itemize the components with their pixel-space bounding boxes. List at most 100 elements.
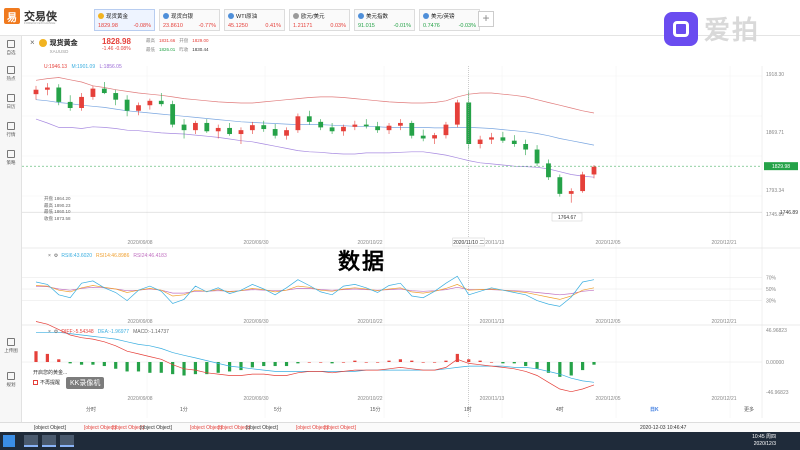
quote-value: 1830.44 [192,47,209,52]
macd-bar [319,362,323,363]
quote-label: 昨收 [179,47,189,52]
candle-body [443,124,449,136]
candle-body [90,88,96,97]
settings-gear-icon[interactable]: ⚙ [54,253,58,259]
macd-bar [79,362,84,365]
sidebar-item[interactable]: 行情 [0,122,22,138]
rsi-legend-value: RSI6:43.6020 [61,253,92,259]
candle-body [67,101,73,108]
taskbar-app-icon[interactable] [24,435,38,447]
overlay-watermark-text: 数据 [338,249,387,274]
candle-body [568,191,574,194]
sidebar-item[interactable]: 上传图 [0,338,22,354]
candle-body [33,89,39,95]
candle-body [158,100,164,105]
taskbar-app-icon[interactable] [60,435,74,447]
candle-body [204,122,210,132]
macd-bar [581,362,585,371]
period-tab[interactable]: 日K [650,406,659,413]
sidebar-item-label: 策略 [6,160,16,165]
period-tab[interactable]: 1分 [180,406,188,413]
sidebar-item-label: 自选 [6,50,16,55]
period-tab[interactable]: 分时 [86,406,96,413]
close-chart-icon[interactable]: × [30,38,35,48]
candle-body [249,125,255,131]
macd-bar [307,362,311,363]
symbol-name[interactable]: 现货黄金 [50,38,78,48]
candle-body [101,88,107,94]
macd-bar [376,362,380,363]
candle-body [170,104,176,125]
sidebar-item[interactable]: 热点 [0,66,22,82]
ticker-tab[interactable]: 现货黄金 1829.98 -0.08% [94,9,155,31]
candle-body [318,121,324,128]
ticker-dot-icon [228,13,234,19]
macd-bar [125,362,129,372]
macd-level-label: 46.96823 [766,328,787,334]
tip-popup: 开启您的黄金... 不再提醒 [33,369,67,389]
date-axis-label: 2020/09/30 [243,240,268,246]
close-indicator-icon[interactable]: × [48,253,51,259]
macd-bar [353,360,357,362]
ticker-tab[interactable]: 现货白银 23.8610 -0.77% [159,9,220,31]
ticker-tab[interactable]: 欧元/美元 1.21171 0.03% [289,9,350,31]
candle-body [306,116,312,122]
macd-bar [91,362,95,365]
ticker-value-row: 23.8610 -0.77% [163,23,216,29]
sidebar-item[interactable]: 自选 [0,40,22,56]
settings-gear-icon[interactable]: ⚙ [54,329,58,335]
macd-bar [159,362,163,373]
ticker-name: 现货黄金 [106,14,129,20]
period-tab[interactable]: 5分 [274,406,282,413]
period-tab[interactable]: 更多 [744,406,754,413]
ticker-name-row: 美元指数 [358,12,411,20]
macd-bar [341,362,346,363]
chart-area[interactable]: 1829.98 1746.89 1764.67 1918.30 1869.71 1793.… [22,36,800,422]
left-sidebar: 自选热点日历行情策略上传图规划 [0,36,22,422]
ticker-tab[interactable]: WTI原油 45.1250 0.41% [224,9,285,31]
sidebar-item[interactable]: 策略 [0,150,22,166]
macd-legend-value: DIFF:-5.54348 [61,329,94,335]
add-tab-button[interactable]: + [478,11,494,27]
ticker-value-row: 45.1250 0.41% [228,23,281,29]
candle-body [261,125,267,130]
taskbar-app-icon[interactable] [42,435,56,447]
chart-canvas[interactable]: 1829.981746.891764.671918.301869.711793.… [22,36,800,422]
macd-bar [444,360,448,362]
quote-label: 最高 [146,38,155,43]
macd-bar [148,362,152,373]
ticker-value-row: 1.21171 0.03% [293,23,346,29]
ticker-value: 0.7476 [423,23,440,29]
candle-body [500,137,506,141]
candle-body [363,124,369,127]
period-tab[interactable]: 1时 [464,406,472,413]
boll-upper-label: U:1946.13 [44,64,68,70]
date-axis-label: 2020/12/05 [595,240,620,246]
macd-legend: × ⚙ DIFF:-5.54348 DEA:-1.96977 MACD:-1.14737 [48,329,173,335]
ticker-tab[interactable]: 美元/英镑 0.7476 -0.03% [419,9,480,31]
tip-checkbox-row[interactable]: 不再提醒 [33,379,67,386]
period-tab[interactable]: 4时 [556,406,564,413]
symbol-price: 1828.98 [102,37,131,46]
sidebar-item[interactable]: 日历 [0,94,22,110]
ticker-change: -0.03% [458,23,476,29]
app-logo[interactable]: 易 交易侠 FOREIGN EXCHANGE [4,8,57,25]
start-icon[interactable] [3,435,15,447]
boll-legend: U:1946.13 M:1901.09 L:1856.05 [44,64,125,70]
ticker-tab[interactable]: 美元指数 91.015 -0.01% [354,9,415,31]
ticker-dot-icon [293,13,299,19]
price-axis-label: 1918.30 [766,72,784,78]
candle-body [124,99,130,111]
recorder-watermark: KK录像机 [66,377,105,389]
logo-mark: 易 [4,8,20,24]
candle-body [284,130,289,136]
last-price-tag: 1829.98 [772,164,790,170]
sidebar-item[interactable]: 规划 [0,372,22,388]
quote-value: 1829.00 [192,38,209,43]
period-tab[interactable]: 15分 [370,406,381,413]
checkbox-icon[interactable] [33,380,38,386]
macd-bar [227,362,232,372]
close-indicator-icon[interactable]: × [48,329,51,335]
candle-body [580,174,586,192]
macd-bar [68,362,72,364]
